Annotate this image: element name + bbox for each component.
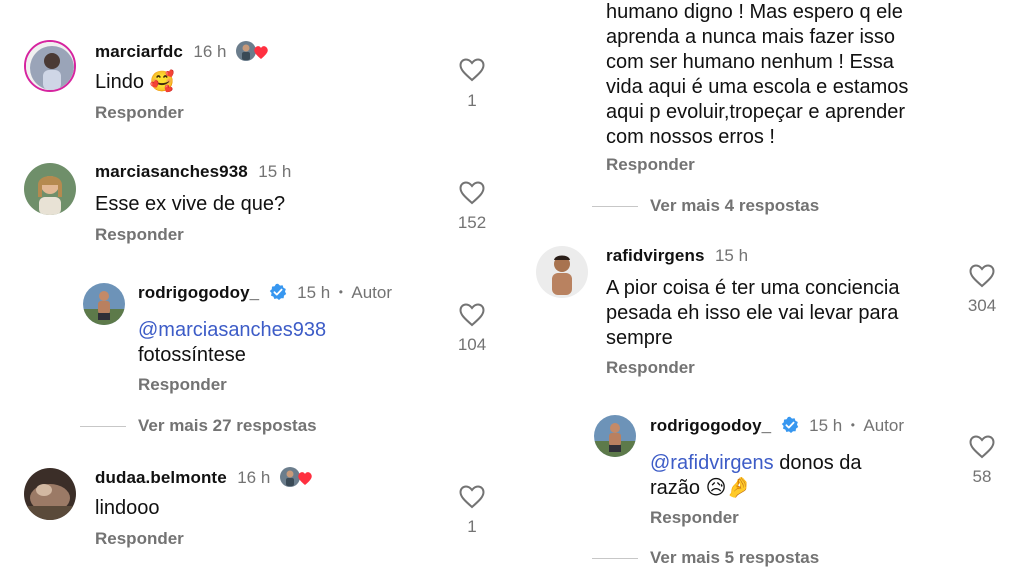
reply-time: 15 h	[809, 416, 843, 435]
comment-time: 15 h	[258, 162, 292, 181]
comment-text-line: vida aqui é uma escola e estamos	[606, 76, 909, 98]
reply-button[interactable]: Responder	[95, 225, 184, 245]
reply-text-part: donos da	[773, 452, 862, 474]
comment-text: humano digno ! Mas espero q ele aprenda …	[606, 0, 908, 150]
comment-username[interactable]: marciasanches938	[95, 162, 248, 181]
like-count: 304	[967, 296, 997, 315]
author-label: Autor	[863, 416, 904, 435]
avatar[interactable]	[594, 415, 636, 457]
comment-username[interactable]: dudaa.belmonte	[95, 468, 227, 487]
comment-username[interactable]: rafidvirgens	[606, 246, 705, 265]
verified-badge-icon	[781, 416, 799, 434]
avatar[interactable]	[83, 283, 125, 325]
heart-icon[interactable]	[459, 58, 485, 87]
avatar[interactable]	[24, 468, 76, 520]
verified-badge-icon	[269, 283, 287, 301]
like-count: 152	[457, 213, 487, 232]
mention-link[interactable]: @rafidvirgens	[650, 452, 774, 474]
comment-text: A pior coisa é ter uma conciencia pesada…	[606, 276, 900, 351]
comment-text-line: com nossos erros !	[606, 126, 775, 148]
divider-line	[80, 426, 126, 427]
reply-time: 15 h	[297, 283, 331, 302]
view-more-replies-button[interactable]: Ver mais 27 respostas	[138, 416, 317, 436]
comment-time: 16 h	[193, 42, 227, 61]
heart-icon[interactable]	[459, 181, 485, 210]
divider-line	[592, 558, 638, 559]
reply-button[interactable]: Responder	[606, 155, 695, 175]
reply-text: @rafidvirgens donos da	[650, 451, 862, 476]
reply-button[interactable]: Responder	[606, 358, 695, 378]
comment-text-line: aqui p evoluir,tropeçar e aprender	[606, 101, 906, 123]
right-comments-panel: humano digno ! Mas espero q ele aprenda …	[512, 0, 1024, 585]
author-liked-icon	[235, 40, 273, 62]
comment-text-line: A pior coisa é ter uma conciencia	[606, 277, 900, 299]
reply-text: fotossíntese	[138, 344, 246, 366]
comment-text-line: com ser humano nenhum ! Essa	[606, 51, 894, 73]
like-count: 1	[467, 517, 477, 536]
comment-text-line: pesada eh isso ele vai levar para	[606, 302, 899, 324]
reply-button[interactable]: Responder	[95, 103, 184, 123]
reply-username[interactable]: rodrigogodoy_	[650, 416, 771, 435]
mention-link[interactable]: @marciasanches938	[138, 318, 326, 343]
comment-username[interactable]: marciarfdc	[95, 42, 183, 61]
heart-icon[interactable]	[969, 435, 995, 464]
avatar[interactable]	[24, 40, 76, 92]
separator-dot: •	[850, 418, 855, 432]
comment-time: 15 h	[714, 246, 749, 265]
comment-text-line: sempre	[606, 327, 673, 349]
like-count: 1	[467, 91, 477, 110]
author-liked-icon	[279, 466, 317, 488]
reply-button[interactable]: Responder	[650, 508, 739, 528]
comment-time: 16 h	[237, 468, 271, 487]
separator-dot: •	[338, 285, 343, 299]
comment-text-line: humano digno ! Mas espero q ele	[606, 1, 903, 23]
comment-text: Esse ex vive de que?	[95, 193, 286, 215]
avatar[interactable]	[24, 163, 76, 215]
left-comments-panel: marciarfdc 16 h Lindo 🥰 Responder 1 marc…	[0, 0, 512, 585]
reply-button[interactable]: Responder	[95, 529, 184, 549]
comment-text: lindooo	[95, 497, 160, 519]
heart-icon[interactable]	[459, 485, 485, 514]
reply-button[interactable]: Responder	[138, 375, 227, 395]
like-count: 104	[457, 335, 487, 354]
view-more-replies-button[interactable]: Ver mais 4 respostas	[650, 196, 819, 216]
reply-username[interactable]: rodrigogodoy_	[138, 283, 259, 302]
avatar[interactable]	[536, 246, 588, 298]
reply-text-line: razão 😥🤌	[650, 477, 752, 499]
like-count: 58	[972, 467, 992, 486]
view-more-replies-button[interactable]: Ver mais 5 respostas	[650, 548, 819, 568]
comment-text: Lindo 🥰	[95, 71, 175, 93]
heart-icon[interactable]	[459, 303, 485, 332]
author-label: Autor	[351, 283, 392, 302]
divider-line	[592, 206, 638, 207]
comment-text-line: aprenda a nunca mais fazer isso	[606, 26, 896, 48]
heart-icon[interactable]	[969, 264, 995, 293]
